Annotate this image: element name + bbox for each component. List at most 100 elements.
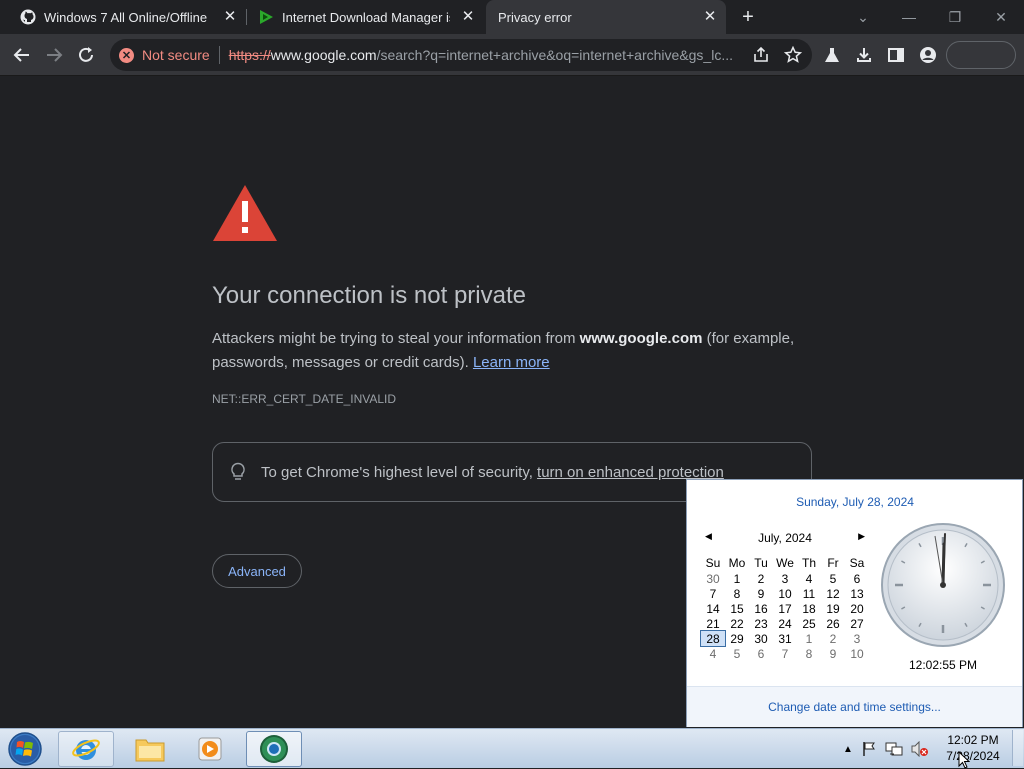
bookmark-star-icon[interactable]: [784, 46, 802, 64]
calendar-day[interactable]: 8: [797, 646, 821, 661]
calendar-day[interactable]: 5: [821, 571, 845, 586]
change-date-time-link[interactable]: Change date and time settings...: [687, 700, 1022, 714]
calendar-day[interactable]: 7: [773, 646, 797, 661]
calendar-day[interactable]: 21: [701, 616, 725, 631]
not-secure-icon[interactable]: ✕: [119, 47, 134, 63]
calendar-day[interactable]: 4: [797, 571, 821, 586]
profile-button[interactable]: [916, 43, 940, 67]
taskbar-internet-explorer[interactable]: [58, 731, 114, 767]
close-tab-icon[interactable]: ✕: [460, 9, 476, 25]
reload-button[interactable]: [74, 43, 98, 67]
weekday-header: Tu: [754, 555, 768, 570]
calendar-day[interactable]: 30: [749, 631, 773, 646]
calendar-day[interactable]: 5: [725, 646, 749, 661]
calendar-day[interactable]: 8: [725, 586, 749, 601]
calendar-day[interactable]: 30: [701, 571, 725, 586]
calendar-day[interactable]: 10: [773, 586, 797, 601]
start-button[interactable]: [4, 731, 46, 767]
calendar-day[interactable]: 19: [821, 601, 845, 616]
weekday-header: Fr: [827, 555, 839, 570]
calendar-day[interactable]: 2: [821, 631, 845, 646]
calendar-day[interactable]: 27: [845, 616, 869, 631]
tab-search-icon[interactable]: ⌄: [852, 6, 874, 28]
calendar-day[interactable]: 2: [749, 571, 773, 586]
side-panel-button[interactable]: [884, 43, 908, 67]
advanced-button[interactable]: Advanced: [212, 554, 302, 588]
close-tab-icon[interactable]: ✕: [222, 9, 238, 25]
calendar-day[interactable]: 13: [845, 586, 869, 601]
calendar-day[interactable]: 26: [821, 616, 845, 631]
back-arrow-icon: [13, 48, 29, 62]
calendar-day[interactable]: 11: [797, 586, 821, 601]
close-tab-icon[interactable]: ✕: [702, 9, 718, 25]
digital-clock-time: 12:02:55 PM: [908, 658, 978, 672]
calendar-day[interactable]: 10: [845, 646, 869, 661]
month-navigation: ◀ July, 2024 ▶: [705, 531, 865, 547]
calendar-day[interactable]: 15: [725, 601, 749, 616]
calendar-day[interactable]: 6: [749, 646, 773, 661]
download-icon: [857, 48, 871, 62]
calendar-day[interactable]: 12: [821, 586, 845, 601]
calendar-day[interactable]: 16: [749, 601, 773, 616]
show-hidden-icons-icon[interactable]: ▲: [843, 744, 853, 755]
calendar-day[interactable]: 25: [797, 616, 821, 631]
show-desktop-button[interactable]: [1012, 730, 1023, 766]
enhanced-protection-link[interactable]: turn on enhanced protection: [537, 464, 724, 481]
taskbar-media-player[interactable]: [182, 731, 238, 767]
window-close-button[interactable]: ✕: [990, 6, 1012, 28]
calendar-day[interactable]: 24: [773, 616, 797, 631]
calendar-day[interactable]: 9: [749, 586, 773, 601]
taskbar-clock[interactable]: 12:02 PM 7/28/2024: [940, 732, 1006, 766]
github-icon: [20, 9, 36, 25]
labs-button[interactable]: [820, 43, 844, 67]
page-title: Your connection is not private: [212, 282, 526, 309]
taskbar-file-explorer[interactable]: [122, 731, 178, 767]
calendar-day[interactable]: 7: [701, 586, 725, 601]
tab-idm[interactable]: Internet Download Manager is a ✕: [248, 0, 484, 34]
calendar-day[interactable]: 29: [725, 631, 749, 646]
calendar-day[interactable]: 23: [749, 616, 773, 631]
restore-button[interactable]: ❐: [944, 6, 966, 28]
calendar-day[interactable]: 4: [701, 646, 725, 661]
network-icon[interactable]: [885, 741, 903, 757]
share-icon[interactable]: [752, 46, 770, 64]
popup-footer: Change date and time settings...: [687, 686, 1022, 727]
new-tab-button[interactable]: +: [737, 6, 759, 28]
calendar-day[interactable]: 22: [725, 616, 749, 631]
forward-button[interactable]: [42, 43, 66, 67]
chrome-menu-button[interactable]: [946, 41, 1016, 69]
error-code: NET::ERR_CERT_DATE_INVALID: [212, 392, 397, 406]
calendar-day-today[interactable]: 28: [700, 630, 726, 647]
url-scheme: https://: [228, 47, 271, 63]
tab-github[interactable]: Windows 7 All Online/Offline [R ✕: [10, 0, 246, 34]
calendar-day[interactable]: 1: [725, 571, 749, 586]
calendar-day[interactable]: 14: [701, 601, 725, 616]
calendar-day[interactable]: 31: [773, 631, 797, 646]
action-center-flag-icon[interactable]: [861, 741, 877, 757]
taskbar-chrome[interactable]: [246, 731, 302, 767]
back-button[interactable]: [10, 43, 34, 67]
weekday-header: Mo: [728, 555, 746, 570]
calendar-day[interactable]: 3: [845, 631, 869, 646]
learn-more-link[interactable]: Learn more: [473, 354, 550, 371]
next-month-icon[interactable]: ▶: [858, 531, 865, 542]
downloads-button[interactable]: [852, 43, 876, 67]
calendar-day[interactable]: 1: [797, 631, 821, 646]
volume-muted-icon[interactable]: [911, 741, 929, 757]
long-date-link[interactable]: Sunday, July 28, 2024: [687, 495, 1023, 509]
calendar-day[interactable]: 6: [845, 571, 869, 586]
calendar-day[interactable]: 20: [845, 601, 869, 616]
tab-privacy-error[interactable]: Privacy error ✕: [486, 0, 726, 34]
month-label[interactable]: July, 2024: [705, 531, 865, 545]
url-path: /search?q=internet+archive&oq=internet+a…: [376, 47, 732, 63]
minimize-button[interactable]: —: [898, 6, 920, 28]
profile-icon: [920, 47, 936, 63]
error-description: Attackers might be trying to steal your …: [212, 327, 812, 375]
calendar-day[interactable]: 9: [821, 646, 845, 661]
warning-triangle-icon: [213, 185, 277, 241]
address-bar[interactable]: ✕ Not secure https:// www.google.com /se…: [110, 39, 812, 71]
calendar-day[interactable]: 17: [773, 601, 797, 616]
calendar-day[interactable]: 18: [797, 601, 821, 616]
security-label[interactable]: Not secure: [142, 47, 210, 63]
calendar-day[interactable]: 3: [773, 571, 797, 586]
